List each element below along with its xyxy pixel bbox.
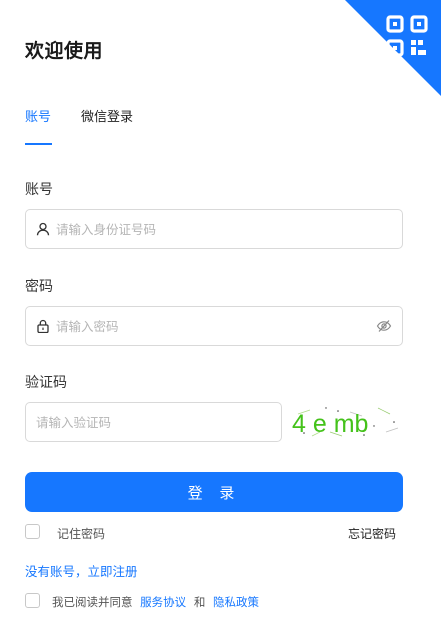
terms-of-service-link[interactable]: 服务协议 xyxy=(140,595,186,609)
captcha-label: 验证码 xyxy=(25,375,67,391)
account-label: 账号 xyxy=(25,182,53,198)
user-icon xyxy=(36,222,50,236)
captcha-text: 4 e mb xyxy=(292,410,368,438)
agreement-checkbox[interactable] xyxy=(25,593,40,608)
agreement-prefix: 我已阅读并同意 xyxy=(52,595,133,609)
eye-off-icon[interactable] xyxy=(376,318,392,334)
page-title: 欢迎使用 xyxy=(25,40,104,62)
agreement-and: 和 xyxy=(193,595,206,609)
lock-icon xyxy=(36,319,50,333)
password-input[interactable] xyxy=(56,318,376,334)
account-field xyxy=(25,209,403,249)
password-field xyxy=(25,306,403,346)
login-tabs: 账号 微信登录 xyxy=(25,106,133,145)
login-button[interactable]: 登 录 xyxy=(25,472,403,512)
agreement-text: 我已阅读并同意 服务协议 和 隐私政策 xyxy=(52,594,259,610)
forgot-password-link[interactable]: 忘记密码 xyxy=(348,525,396,542)
privacy-policy-link[interactable]: 隐私政策 xyxy=(213,595,259,609)
remember-password-label: 记住密码 xyxy=(57,527,106,541)
password-label: 密码 xyxy=(25,279,53,295)
login-page: 欢迎使用 账号 微信登录 账号 密码 xyxy=(0,0,441,619)
account-input[interactable] xyxy=(56,221,392,237)
captcha-input[interactable] xyxy=(36,414,271,430)
captcha-field xyxy=(25,402,282,442)
qr-login-toggle[interactable] xyxy=(345,0,441,96)
remember-password-checkbox[interactable] xyxy=(25,524,40,539)
register-link[interactable]: 没有账号，立即注册 xyxy=(25,561,138,580)
captcha-image[interactable]: 4 e mb xyxy=(290,402,403,442)
tab-wechat-login[interactable]: 微信登录 xyxy=(81,106,133,137)
tab-account[interactable]: 账号 xyxy=(25,106,53,145)
qr-code-icon xyxy=(386,15,428,57)
